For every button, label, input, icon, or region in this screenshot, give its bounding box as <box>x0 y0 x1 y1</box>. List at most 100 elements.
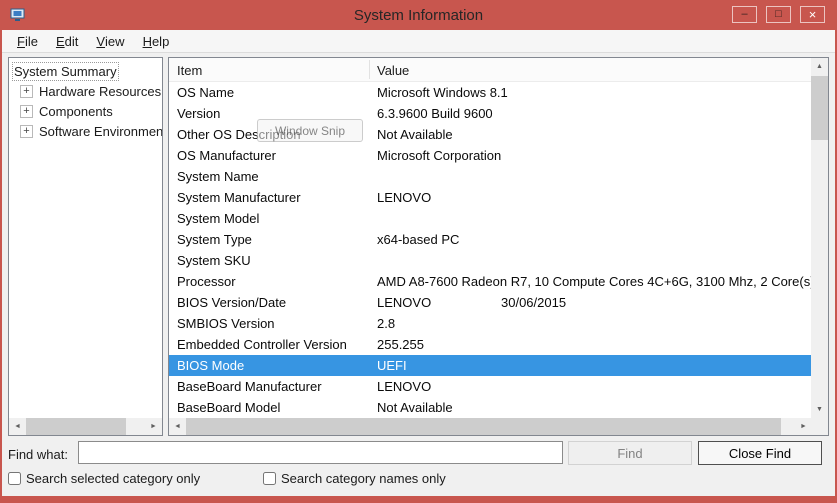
value-cell-secondary: 30/06/2015 <box>501 292 566 313</box>
menu-item-help[interactable]: Help <box>134 30 179 52</box>
item-cell: System Manufacturer <box>177 187 301 208</box>
item-cell: OS Name <box>177 82 234 103</box>
search-category-names-label: Search category names only <box>281 471 446 486</box>
close-find-button[interactable]: Close Find <box>698 441 822 465</box>
expand-icon[interactable]: + <box>20 105 33 118</box>
search-selected-category-label: Search selected category only <box>26 471 200 486</box>
menu-item-edit[interactable]: Edit <box>47 30 87 52</box>
expand-icon[interactable]: + <box>20 125 33 138</box>
find-what-label: Find what: <box>8 447 68 462</box>
close-icon: × <box>809 8 817 21</box>
value-cell: Microsoft Windows 8.1 <box>377 82 508 103</box>
scroll-right-icon[interactable]: ► <box>795 418 812 435</box>
search-selected-category-checkbox[interactable] <box>8 472 21 485</box>
tree-item-software-environment[interactable]: + Software Environment <box>9 121 162 141</box>
minimize-button[interactable]: – <box>732 6 757 23</box>
list-row-baseboard-model[interactable]: BaseBoard Model Not Available <box>169 397 812 418</box>
list-row-os-manufacturer[interactable]: OS Manufacturer Microsoft Corporation <box>169 145 812 166</box>
scroll-left-icon[interactable]: ◄ <box>169 418 186 435</box>
item-cell: System Model <box>177 208 259 229</box>
item-cell: System Type <box>177 229 252 250</box>
tree-item-components[interactable]: + Components <box>9 101 162 121</box>
item-cell: OS Manufacturer <box>177 145 276 166</box>
list-row-system-name[interactable]: System Name <box>169 166 812 187</box>
item-cell: BaseBoard Manufacturer <box>177 376 322 397</box>
list-row-baseboard-manufacturer[interactable]: BaseBoard Manufacturer LENOVO <box>169 376 812 397</box>
find-button[interactable]: Find <box>568 441 692 465</box>
column-separator[interactable] <box>369 60 370 79</box>
value-cell: 6.3.9600 Build 9600 <box>377 103 493 124</box>
value-cell: UEFI <box>377 355 407 376</box>
find-input[interactable] <box>78 441 563 464</box>
list-horizontal-scrollbar[interactable]: ◄ ► <box>169 418 812 435</box>
close-button[interactable]: × <box>800 6 825 23</box>
list-row-system-sku[interactable]: System SKU <box>169 250 812 271</box>
tree-horizontal-scrollbar[interactable]: ◄ ► <box>9 418 162 435</box>
tree-item-system-summary[interactable]: System Summary <box>9 61 162 81</box>
list-row-embedded-controller-version[interactable]: Embedded Controller Version 255.255 <box>169 334 812 355</box>
value-cell: Not Available <box>377 397 453 418</box>
item-cell: BIOS Version/Date <box>177 292 286 313</box>
tree-items: System Summary + Hardware Resources + Compon… <box>9 61 162 141</box>
list-row-bios-version-date[interactable]: BIOS Version/Date LENOVO 30/06/2015 <box>169 292 812 313</box>
value-cell: x64-based PC <box>377 229 459 250</box>
item-cell: Processor <box>177 271 236 292</box>
system-information-window: System Information – □ × FileEditViewHel… <box>0 0 837 503</box>
value-cell: AMD A8-7600 Radeon R7, 10 Compute Cores … <box>377 271 815 292</box>
search-selected-category-option: Search selected category only <box>8 471 200 486</box>
category-tree-panel: System Summary + Hardware Resources + Compon… <box>8 57 163 436</box>
menubar: FileEditViewHelp <box>2 30 835 53</box>
caption-buttons: – □ × <box>732 6 825 23</box>
titlebar[interactable]: System Information – □ × <box>0 0 837 30</box>
column-header-value[interactable]: Value <box>377 58 409 82</box>
item-cell: Version <box>177 103 220 124</box>
list-horizontal-scroll-thumb[interactable] <box>186 418 781 435</box>
search-category-names-checkbox[interactable] <box>263 472 276 485</box>
details-list-panel: Item Value OS NameMicrosoft Windows 8.1V… <box>168 57 829 436</box>
window-snip-ghost: Window Snip <box>257 119 363 142</box>
item-cell: BaseBoard Model <box>177 397 280 418</box>
window-border-left <box>0 30 2 503</box>
list-header: Item Value <box>169 58 811 82</box>
list-row-smbios-version[interactable]: SMBIOS Version 2.8 <box>169 313 812 334</box>
value-cell: LENOVO <box>377 376 431 397</box>
value-cell: Microsoft Corporation <box>377 145 501 166</box>
list-row-system-type[interactable]: System Type x64-based PC <box>169 229 812 250</box>
column-header-item[interactable]: Item <box>177 58 202 82</box>
item-cell: System SKU <box>177 250 251 271</box>
value-cell: LENOVO <box>377 187 431 208</box>
tree-item-label: Software Environment <box>39 124 162 139</box>
scroll-right-icon[interactable]: ► <box>145 418 162 435</box>
scroll-up-icon[interactable]: ▲ <box>811 58 828 75</box>
item-cell: BIOS Mode <box>177 355 244 376</box>
window-border-bottom <box>0 496 837 503</box>
vertical-scroll-thumb[interactable] <box>811 76 828 140</box>
expand-icon[interactable]: + <box>20 85 33 98</box>
tree-horizontal-scroll-thumb[interactable] <box>26 418 126 435</box>
list-row-processor[interactable]: Processor AMD A8-7600 Radeon R7, 10 Compu… <box>169 271 812 292</box>
tree-item-hardware-resources[interactable]: + Hardware Resources <box>9 81 162 101</box>
tree-item-label: System Summary <box>14 64 117 79</box>
maximize-icon: □ <box>775 9 782 20</box>
search-category-names-option: Search category names only <box>263 471 446 486</box>
scroll-left-icon[interactable]: ◄ <box>9 418 26 435</box>
list-row-os-name[interactable]: OS Name Microsoft Windows 8.1 <box>169 82 812 103</box>
list-row-bios-mode[interactable]: BIOS Mode UEFI <box>169 355 812 376</box>
list-row-system-manufacturer[interactable]: System Manufacturer LENOVO <box>169 187 812 208</box>
menu-item-view[interactable]: View <box>87 30 133 52</box>
item-cell: System Name <box>177 166 259 187</box>
vertical-scrollbar[interactable]: ▲ ▼ <box>811 58 828 418</box>
list-row-system-model[interactable]: System Model <box>169 208 812 229</box>
menu-item-file[interactable]: File <box>8 30 47 52</box>
tree-item-label: Components <box>39 104 113 119</box>
value-cell: Not Available <box>377 124 453 145</box>
item-cell: Embedded Controller Version <box>177 334 347 355</box>
scrollbar-corner <box>811 418 828 435</box>
item-cell: SMBIOS Version <box>177 313 275 334</box>
scroll-down-icon[interactable]: ▼ <box>811 401 828 418</box>
value-cell: 255.255 <box>377 334 424 355</box>
tree-item-label: Hardware Resources <box>39 84 161 99</box>
value-cell: LENOVO <box>377 292 431 313</box>
maximize-button[interactable]: □ <box>766 6 791 23</box>
value-cell: 2.8 <box>377 313 395 334</box>
